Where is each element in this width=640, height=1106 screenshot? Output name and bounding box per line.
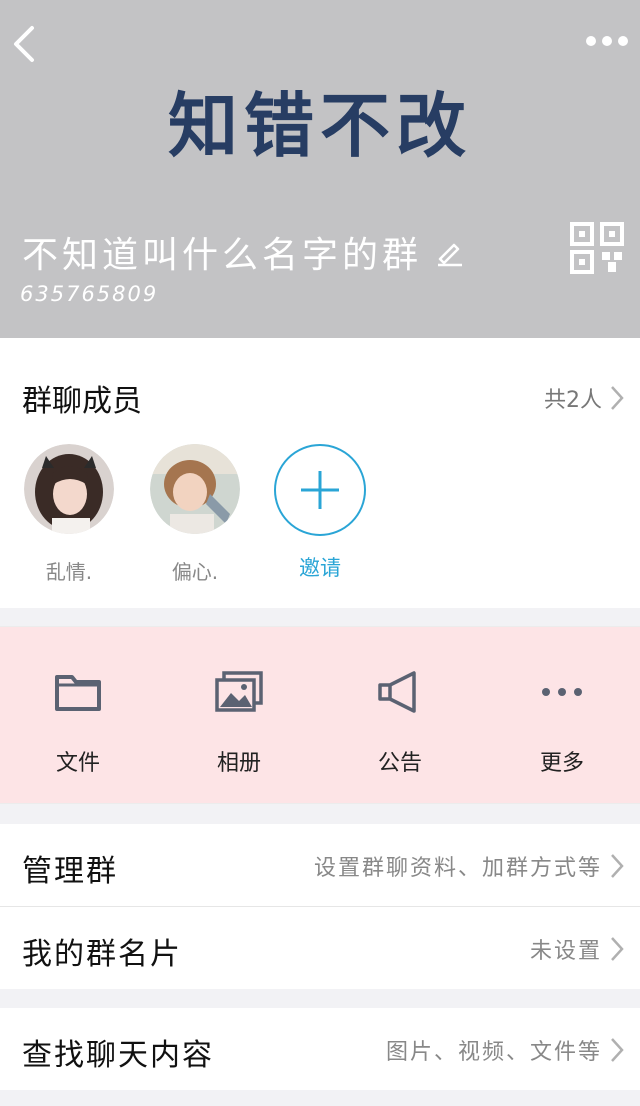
album-button[interactable]: 相册 bbox=[179, 671, 299, 777]
manage-group-row[interactable]: 管理群 设置群聊资料、加群方式等 bbox=[0, 824, 640, 906]
more-dots-icon bbox=[542, 688, 582, 696]
folder-icon bbox=[55, 675, 101, 711]
search-chat-row[interactable]: 查找聊天内容 图片、视频、文件等 bbox=[0, 1008, 640, 1090]
chevron-right-icon bbox=[611, 386, 624, 410]
group-name-row: 不知道叫什么名字的群 bbox=[22, 226, 464, 278]
manage-group-hint: 设置群聊资料、加群方式等 bbox=[313, 856, 602, 881]
megaphone-icon bbox=[378, 671, 416, 713]
chevron-right-icon bbox=[611, 937, 624, 961]
group-name: 不知道叫什么名字的群 bbox=[22, 235, 423, 276]
search-chat-hint-wrap: 图片、视频、文件等 bbox=[386, 1034, 624, 1066]
group-cover-banner-text: 知错不改 bbox=[168, 85, 472, 167]
quick-actions-bar: 文件 相册 公告 更多 bbox=[0, 626, 640, 804]
files-button[interactable]: 文件 bbox=[18, 671, 138, 777]
member-item[interactable]: 乱情. bbox=[19, 444, 119, 585]
back-arrow-icon bbox=[14, 26, 34, 62]
members-count: 共2人 bbox=[544, 388, 602, 413]
album-icon bbox=[215, 671, 263, 712]
group-id: 635765809 bbox=[20, 282, 159, 306]
back-button[interactable] bbox=[8, 22, 44, 66]
more-actions-button[interactable]: 更多 bbox=[502, 671, 622, 777]
more-actions-label: 更多 bbox=[539, 751, 584, 776]
files-label: 文件 bbox=[55, 751, 100, 776]
member-item[interactable]: 偏心. bbox=[145, 444, 245, 585]
my-group-card-row[interactable]: 我的群名片 未设置 bbox=[0, 907, 640, 989]
qr-code-icon bbox=[570, 222, 624, 274]
avatar[interactable] bbox=[24, 444, 114, 534]
announcement-label: 公告 bbox=[377, 751, 422, 776]
manage-group-hint-wrap: 设置群聊资料、加群方式等 bbox=[314, 850, 624, 882]
more-dots-icon bbox=[586, 36, 628, 46]
member-name: 偏心. bbox=[171, 560, 219, 584]
my-group-card-hint: 未设置 bbox=[529, 939, 602, 964]
avatar[interactable] bbox=[150, 444, 240, 534]
group-header: 知错不改 不知道叫什么名字的群 635765809 bbox=[0, 0, 640, 338]
members-title: 群聊成员 bbox=[22, 384, 142, 419]
group-members-section: 群聊成员 共2人 乱情. 偏心. 邀请 bbox=[0, 338, 640, 608]
invite-member[interactable]: 邀请 bbox=[270, 444, 370, 582]
plus-icon bbox=[301, 471, 339, 509]
invite-label: 邀请 bbox=[299, 556, 341, 580]
members-count-link[interactable]: 共2人 bbox=[544, 382, 624, 414]
more-options-button[interactable] bbox=[582, 26, 632, 56]
manage-group-title: 管理群 bbox=[22, 854, 118, 889]
search-chat-title: 查找聊天内容 bbox=[22, 1038, 214, 1073]
my-group-card-hint-wrap: 未设置 bbox=[530, 933, 624, 965]
my-group-card-title: 我的群名片 bbox=[22, 937, 182, 972]
invite-button[interactable] bbox=[274, 444, 366, 536]
album-label: 相册 bbox=[216, 751, 261, 776]
qr-code-button[interactable] bbox=[570, 222, 624, 274]
announcement-button[interactable]: 公告 bbox=[340, 671, 460, 777]
chevron-right-icon bbox=[611, 854, 624, 878]
edit-pencil-icon[interactable] bbox=[434, 237, 464, 267]
search-chat-hint: 图片、视频、文件等 bbox=[385, 1040, 602, 1065]
member-name: 乱情. bbox=[45, 560, 93, 584]
chevron-right-icon bbox=[611, 1038, 624, 1062]
